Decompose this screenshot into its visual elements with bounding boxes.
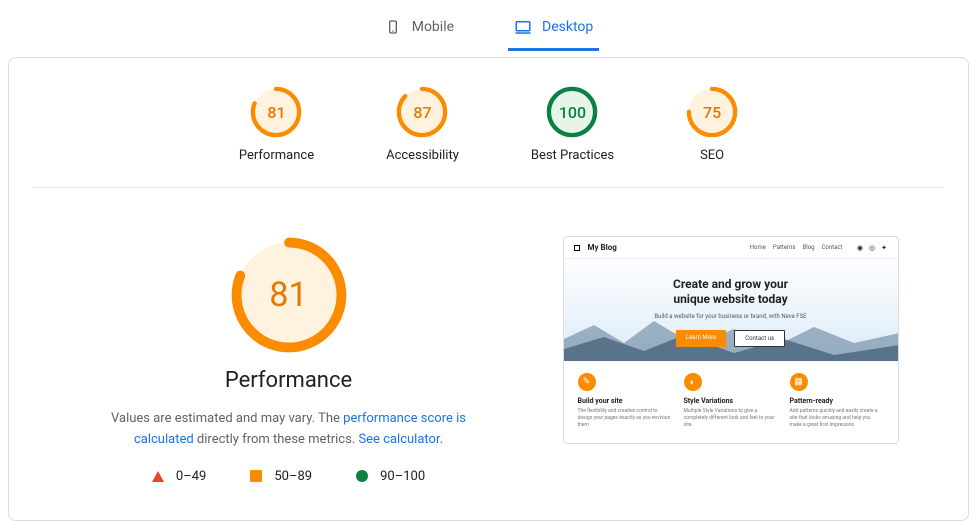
gauge-label: Accessibility — [386, 148, 459, 163]
twitter-icon: ✦ — [881, 244, 888, 251]
performance-big-value: 81 — [230, 236, 348, 354]
divider — [33, 187, 944, 188]
tab-mobile-label: Mobile — [412, 19, 454, 35]
wrench-icon: ✎ — [578, 373, 596, 391]
tab-desktop-label: Desktop — [542, 19, 593, 35]
gauge-label: Performance — [239, 148, 314, 163]
gauge-best-practices[interactable]: 100 Best Practices — [531, 86, 614, 163]
legend-bad: 0–49 — [152, 469, 206, 484]
preview-logo-icon — [574, 245, 580, 251]
tab-desktop[interactable]: Desktop — [508, 8, 599, 51]
grid-icon: ▦ — [790, 373, 808, 391]
legend-good: 90–100 — [356, 469, 425, 484]
gauge-row: 81 Performance 87 Accessibility 100 Best… — [33, 82, 944, 187]
preview-hero: Create and grow yourunique website today… — [564, 259, 898, 361]
gauge-value: 87 — [396, 86, 448, 138]
preview-feature: ◐ Style Variations Multiple Style Variat… — [684, 373, 778, 429]
performance-title: Performance — [79, 368, 499, 393]
preview-brand: My Blog — [588, 243, 617, 252]
gauge-value: 100 — [546, 86, 598, 138]
legend-mid: 50–89 — [250, 469, 312, 484]
palette-icon: ◐ — [684, 373, 702, 391]
gauge-accessibility[interactable]: 87 Accessibility — [386, 86, 459, 163]
preview-feature: ▦ Pattern-ready Add patterns quickly and… — [790, 373, 884, 429]
preview-features: ✎ Build your site The flexibility and cr… — [564, 361, 898, 443]
gauge-label: Best Practices — [531, 148, 614, 163]
preview-feature: ✎ Build your site The flexibility and cr… — [578, 373, 672, 429]
preview-cta-secondary: Contact us — [734, 330, 785, 347]
performance-big-gauge: 81 — [230, 236, 348, 354]
gauge-performance[interactable]: 81 Performance — [239, 86, 314, 163]
mobile-icon — [384, 18, 402, 36]
gauge-value: 75 — [686, 86, 738, 138]
facebook-icon: ◉ — [857, 244, 864, 251]
desktop-icon — [514, 18, 532, 36]
tab-mobile[interactable]: Mobile — [378, 8, 460, 51]
see-calculator-link[interactable]: See calculator. — [358, 432, 443, 447]
circle-icon — [356, 470, 368, 482]
performance-description: Values are estimated and may vary. The p… — [79, 409, 499, 469]
gauge-seo[interactable]: 75 SEO — [686, 86, 738, 163]
triangle-icon — [152, 471, 164, 482]
page-screenshot-preview: My Blog Home Patterns Blog Contact ◉ ◎ ✦ — [563, 236, 899, 444]
preview-cta-primary: Learn More — [676, 330, 726, 347]
gauge-label: SEO — [686, 148, 738, 163]
instagram-icon: ◎ — [869, 244, 876, 251]
results-panel: 81 Performance 87 Accessibility 100 Best… — [8, 57, 969, 521]
square-icon — [250, 470, 262, 482]
score-legend: 0–49 50–89 90–100 — [79, 469, 499, 484]
performance-detail: 81 Performance Values are estimated and … — [79, 236, 499, 484]
gauge-value: 81 — [250, 86, 302, 138]
preview-hero-title: Create and grow yourunique website today — [574, 277, 888, 307]
preview-hero-sub: Build a website for your business or bra… — [574, 313, 888, 320]
device-tabs: Mobile Desktop — [0, 0, 977, 51]
preview-navbar: My Blog Home Patterns Blog Contact ◉ ◎ ✦ — [564, 237, 898, 259]
